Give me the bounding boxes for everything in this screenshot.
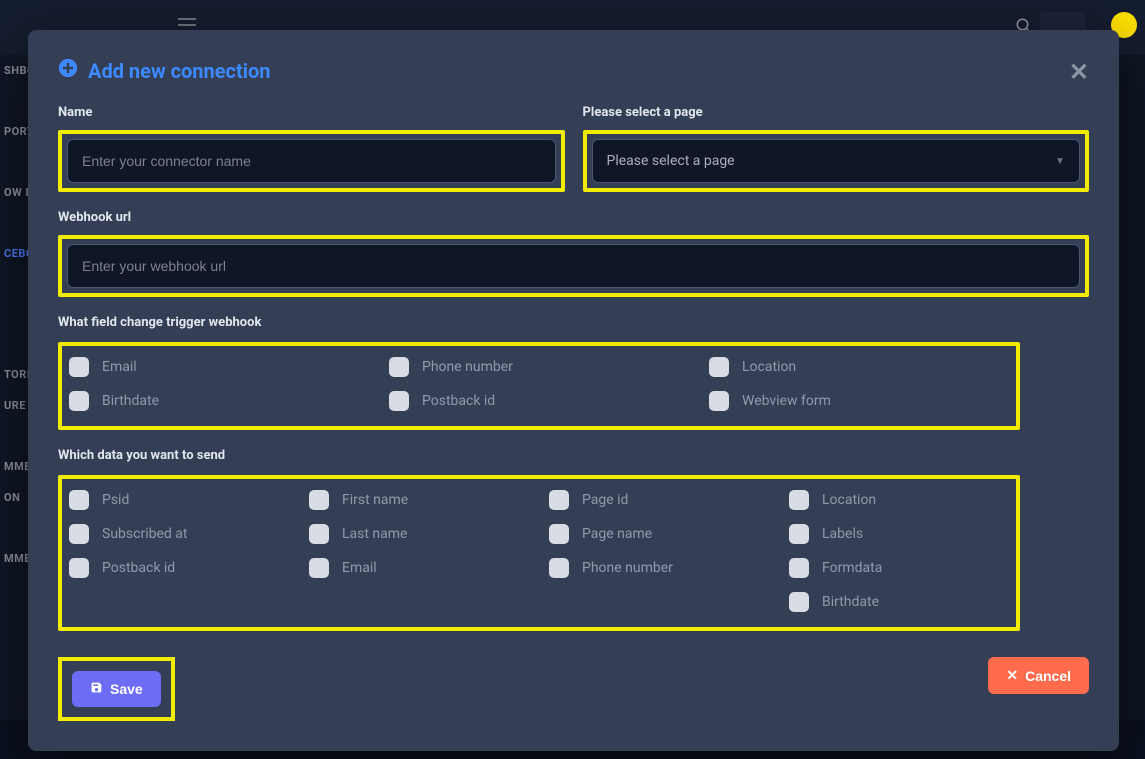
checkbox-label: Birthdate (102, 393, 159, 409)
send-item-labels: Labels (789, 524, 1009, 544)
checkbox-label: Postback id (102, 560, 175, 576)
send-item-lastname: Last name (309, 524, 529, 544)
checkbox-label: Page name (582, 526, 652, 542)
webhook-highlight (58, 235, 1089, 297)
trigger-item-webview: Webview form (709, 391, 1009, 411)
checkbox-label: Email (342, 560, 377, 576)
page-select-text: Please select a page (607, 153, 735, 169)
save-button[interactable]: Save (72, 671, 161, 707)
checkbox[interactable] (69, 558, 89, 578)
send-item-pageid: Page id (549, 490, 769, 510)
cancel-button-label: Cancel (1025, 668, 1071, 684)
save-icon (90, 681, 103, 697)
modal-footer: Save ✕ Cancel (58, 657, 1089, 721)
checkbox[interactable] (789, 592, 809, 612)
send-item-postback: Postback id (69, 558, 289, 578)
trigger-item-birthdate: Birthdate (69, 391, 369, 411)
checkbox-label: Webview form (742, 393, 831, 409)
checkbox[interactable] (69, 391, 89, 411)
trigger-item-location: Location (709, 357, 1009, 377)
checkbox-label: Psid (102, 492, 129, 508)
send-section-label: Which data you want to send (58, 448, 1089, 463)
checkbox-label: Birthdate (822, 594, 879, 610)
send-item-psid: Psid (69, 490, 289, 510)
send-grid: Psid First name Page id Location Subscri… (67, 484, 1011, 622)
checkbox[interactable] (69, 490, 89, 510)
webhook-url-input[interactable] (67, 244, 1080, 288)
trigger-item-postback: Postback id (389, 391, 689, 411)
checkbox[interactable] (709, 357, 729, 377)
trigger-grid: Email Phone number Location Birthdate Po… (67, 351, 1011, 421)
chevron-down-icon: ▼ (1055, 156, 1065, 167)
checkbox-label: Phone number (422, 359, 513, 375)
checkbox-label: Last name (342, 526, 407, 542)
checkbox-label: Email (102, 359, 137, 375)
page-select[interactable]: Please select a page ▼ (592, 139, 1081, 183)
webhook-label: Webhook url (58, 210, 1089, 225)
send-item-email: Email (309, 558, 529, 578)
modal-title: Add new connection (58, 58, 1089, 83)
checkbox[interactable] (549, 524, 569, 544)
checkbox-label: Postback id (422, 393, 495, 409)
page-highlight: Please select a page ▼ (583, 130, 1090, 192)
name-label: Name (58, 105, 565, 120)
checkbox[interactable] (389, 357, 409, 377)
trigger-item-email: Email (69, 357, 369, 377)
checkbox[interactable] (309, 558, 329, 578)
trigger-section-label: What field change trigger webhook (58, 315, 1089, 330)
checkbox-label: Location (822, 492, 876, 508)
checkbox[interactable] (789, 490, 809, 510)
send-item-firstname: First name (309, 490, 529, 510)
send-item-subscribed: Subscribed at (69, 524, 289, 544)
send-item-birthdate: Birthdate (789, 592, 1009, 612)
trigger-item-phone: Phone number (389, 357, 689, 377)
send-highlight: Psid First name Page id Location Subscri… (58, 475, 1020, 631)
send-item-formdata: Formdata (789, 558, 1009, 578)
close-icon[interactable]: ✕ (1069, 58, 1089, 86)
checkbox[interactable] (69, 357, 89, 377)
checkbox[interactable] (309, 490, 329, 510)
modal-title-text: Add new connection (88, 59, 271, 83)
close-icon: ✕ (1006, 667, 1018, 684)
send-item-pagename: Page name (549, 524, 769, 544)
trigger-highlight: Email Phone number Location Birthdate Po… (58, 342, 1020, 430)
checkbox[interactable] (789, 558, 809, 578)
checkbox-label: Labels (822, 526, 863, 542)
checkbox[interactable] (309, 524, 329, 544)
checkbox[interactable] (549, 490, 569, 510)
connector-name-input[interactable] (67, 139, 556, 183)
send-item-location: Location (789, 490, 1009, 510)
checkbox-label: Phone number (582, 560, 673, 576)
name-highlight (58, 130, 565, 192)
checkbox-label: Subscribed at (102, 526, 187, 542)
checkbox-label: Page id (582, 492, 628, 508)
checkbox-label: Formdata (822, 560, 882, 576)
checkbox-label: Location (742, 359, 796, 375)
plus-circle-icon (58, 58, 78, 83)
checkbox[interactable] (69, 524, 89, 544)
page-label: Please select a page (583, 105, 1090, 120)
checkbox[interactable] (789, 524, 809, 544)
send-item-phone: Phone number (549, 558, 769, 578)
checkbox[interactable] (549, 558, 569, 578)
checkbox-label: First name (342, 492, 408, 508)
cancel-button[interactable]: ✕ Cancel (988, 657, 1089, 694)
save-button-label: Save (110, 681, 143, 697)
save-highlight: Save (58, 657, 175, 721)
checkbox[interactable] (709, 391, 729, 411)
checkbox[interactable] (389, 391, 409, 411)
add-connection-modal: Add new connection ✕ Name Please select … (28, 30, 1119, 751)
